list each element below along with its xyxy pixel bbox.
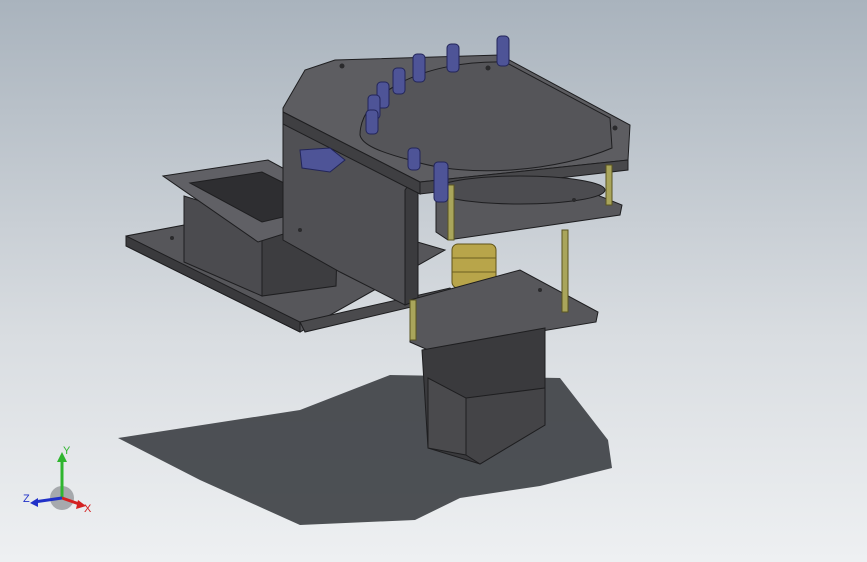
z-axis-arrow <box>30 498 38 507</box>
support-rod-3 <box>447 184 455 241</box>
pin-2[interactable] <box>446 43 460 73</box>
pin-3[interactable] <box>412 53 426 83</box>
pin-1[interactable] <box>496 35 510 67</box>
assembly-model[interactable] <box>0 0 867 562</box>
turntable-disc <box>434 175 606 205</box>
y-axis-label: Y <box>63 445 71 457</box>
z-axis-label: Z <box>23 493 30 505</box>
orientation-triad[interactable]: Y X Z <box>18 442 100 522</box>
x-axis-label: X <box>84 503 92 515</box>
pin-4[interactable] <box>392 67 406 95</box>
pin-9[interactable] <box>433 161 449 203</box>
pin-8[interactable] <box>407 147 421 171</box>
support-rod-2 <box>605 164 613 206</box>
pin-7[interactable] <box>365 109 379 135</box>
cad-viewport[interactable]: Y X Z <box>0 0 867 562</box>
support-rod-4 <box>409 299 417 341</box>
support-rod-1 <box>561 229 569 313</box>
